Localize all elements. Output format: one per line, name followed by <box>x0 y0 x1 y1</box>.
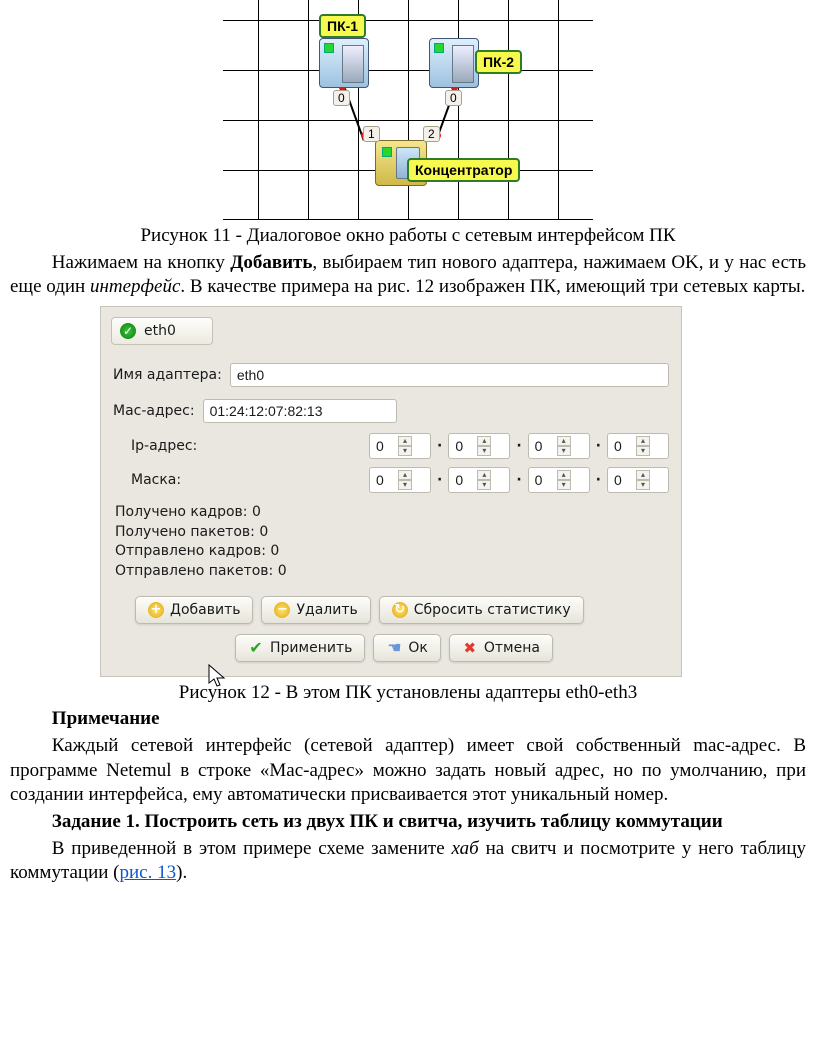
label-adapter-name: Имя адаптера: <box>113 366 222 384</box>
stat-tx-frames: Отправлено кадров: 0 <box>115 542 667 562</box>
label-pc1: ПК-1 <box>319 14 366 38</box>
ok-button[interactable]: ☚ Ок <box>373 634 440 662</box>
text: ). <box>176 862 187 883</box>
ip-octet-2[interactable]: 0▴▾ <box>448 433 510 459</box>
tab-eth0[interactable]: ✓ eth0 <box>111 317 213 345</box>
apply-button[interactable]: ✔ Применить <box>235 634 365 662</box>
btn-label: Добавить <box>170 602 240 618</box>
ok-icon: ☚ <box>386 640 402 656</box>
check-icon: ✓ <box>120 323 136 339</box>
figure-12-caption: Рисунок 12 - В этом ПК установлены адапт… <box>10 681 806 706</box>
label-mac: Mac-адрес: <box>113 402 195 420</box>
figure-13-link[interactable]: рис. 13 <box>120 862 177 883</box>
mask-octet-2[interactable]: 0▴▾ <box>448 467 510 493</box>
cancel-button[interactable]: ✖ Отмена <box>449 634 553 662</box>
port-label-0a: 0 <box>333 90 350 106</box>
mask-octet-3[interactable]: 0▴▾ <box>528 467 590 493</box>
ip-octet-4[interactable]: 0▴▾ <box>607 433 669 459</box>
task-paragraph: В приведенной в этом примере схеме замен… <box>10 837 806 886</box>
note-paragraph: Каждый сетевой интерфейс (сетевой адапте… <box>10 734 806 808</box>
btn-label: Сбросить статистику <box>414 602 571 618</box>
stats-block: Получено кадров: 0 Получено пакетов: 0 О… <box>101 497 681 585</box>
grid-background <box>223 0 593 220</box>
stat-tx-packets: Отправлено пакетов: 0 <box>115 562 667 582</box>
plus-icon: + <box>148 602 164 618</box>
input-mac[interactable]: 01:24:12:07:82:13 <box>203 399 397 423</box>
task-heading: Задание 1. Построить сеть из двух ПК и с… <box>10 810 806 835</box>
figure-11-network-diagram: ПК-1 ПК-2 Концентратор 0 0 1 2 <box>223 0 593 220</box>
input-adapter-name[interactable]: eth0 <box>230 363 669 387</box>
refresh-icon: ↻ <box>392 602 408 618</box>
figure-12-dialog: ✓ eth0 Имя адаптера: eth0 Mac-адрес: 01:… <box>100 306 682 677</box>
add-button[interactable]: + Добавить <box>135 596 253 624</box>
note-heading: Примечание <box>10 707 806 732</box>
stat-rx-frames: Получено кадров: 0 <box>115 503 667 523</box>
btn-label: Отмена <box>484 640 540 656</box>
check-icon: ✔ <box>248 640 264 656</box>
port-label-2: 2 <box>423 126 440 142</box>
reset-stats-button[interactable]: ↻ Сбросить статистику <box>379 596 584 624</box>
delete-button[interactable]: − Удалить <box>261 596 370 624</box>
cancel-icon: ✖ <box>462 640 478 656</box>
port-label-0b: 0 <box>445 90 462 106</box>
text: В приведенной в этом примере схеме замен… <box>52 838 452 859</box>
stat-rx-packets: Получено пакетов: 0 <box>115 523 667 543</box>
node-pc-2 <box>429 38 479 88</box>
mask-octet-1[interactable]: 0▴▾ <box>369 467 431 493</box>
text-italic: интерфейс <box>90 276 180 297</box>
text-bold: Добавить <box>230 252 312 273</box>
text: Нажимаем на кнопку <box>52 252 230 273</box>
label-pc2: ПК-2 <box>475 50 522 74</box>
node-pc-1 <box>319 38 369 88</box>
paragraph-1: Нажимаем на кнопку Добавить, выбираем ти… <box>10 251 806 300</box>
ip-octet-1[interactable]: 0▴▾ <box>369 433 431 459</box>
text-italic: хаб <box>451 838 485 859</box>
btn-label: Применить <box>270 640 352 656</box>
port-label-1: 1 <box>363 126 380 142</box>
mask-octet-4[interactable]: 0▴▾ <box>607 467 669 493</box>
text: . В качестве примера на рис. 12 изображе… <box>180 276 805 297</box>
label-hub: Концентратор <box>407 158 520 182</box>
btn-label: Удалить <box>296 602 357 618</box>
label-mask: Маска: <box>131 471 223 489</box>
tab-label: eth0 <box>144 322 176 340</box>
label-ip: Ip-адрес: <box>131 437 223 455</box>
btn-label: Ок <box>408 640 427 656</box>
minus-icon: − <box>274 602 290 618</box>
figure-11-caption: Рисунок 11 - Диалоговое окно работы с се… <box>10 224 806 249</box>
ip-octet-3[interactable]: 0▴▾ <box>528 433 590 459</box>
